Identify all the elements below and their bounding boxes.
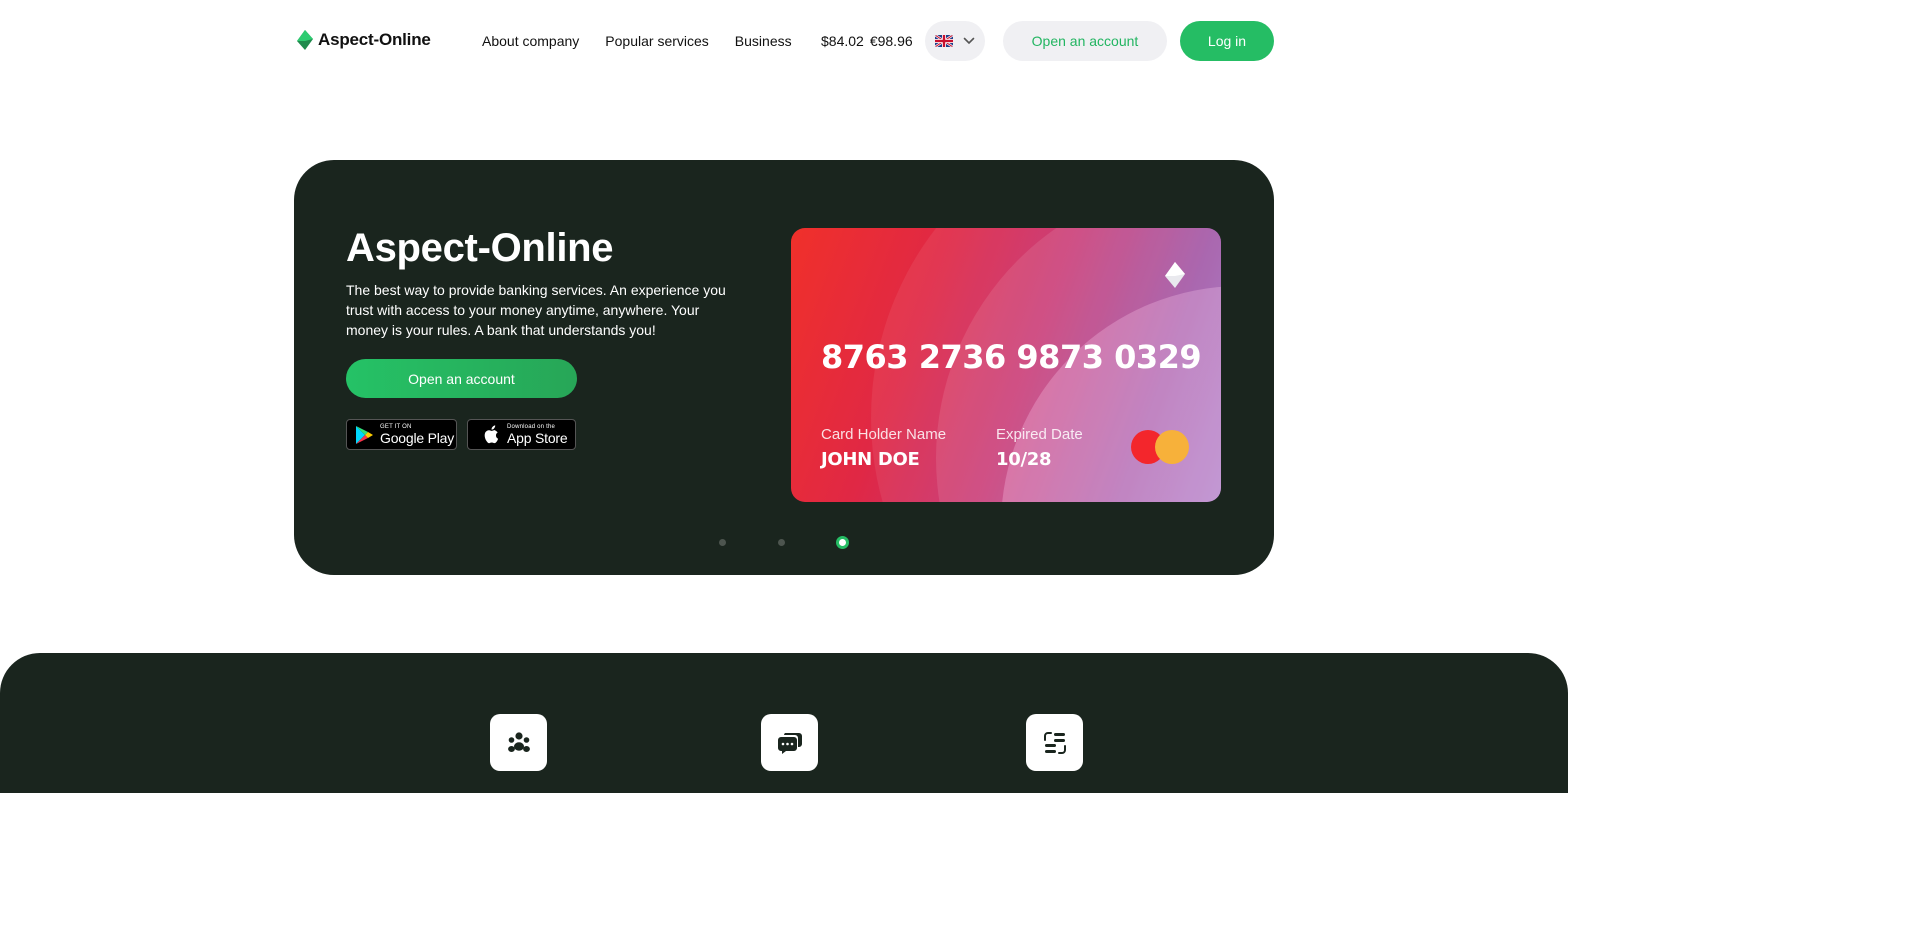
site-header: Aspect-Online About company Popular serv… [0, 0, 1568, 82]
people-feature-tile [490, 714, 547, 771]
apple-icon [484, 424, 499, 443]
nav-about-company[interactable]: About company [482, 33, 579, 49]
nav-business[interactable]: Business [735, 33, 792, 49]
carousel-dot-1[interactable] [719, 539, 726, 546]
card-expiry-label: Expired Date [996, 426, 1083, 443]
chevron-down-icon [963, 37, 975, 45]
usd-rate: $84.02 [821, 33, 864, 49]
google-play-button[interactable]: GET IT ON Google Play [346, 419, 457, 450]
card-expiry-value: 10/28 [996, 449, 1052, 470]
transfer-feature-tile [1026, 714, 1083, 771]
open-account-header-button[interactable]: Open an account [1003, 21, 1167, 61]
card-holder-value: JOHN DOE [821, 449, 920, 470]
mastercard-icon [1131, 430, 1189, 464]
logo-icon [297, 30, 313, 50]
hero-description: The best way to provide banking services… [346, 282, 726, 338]
uk-flag-icon [935, 35, 953, 47]
logo[interactable]: Aspect-Online [296, 29, 431, 51]
carousel-dot-2[interactable] [778, 539, 785, 546]
eur-rate: €98.96 [869, 33, 913, 49]
carousel-pagination [714, 536, 854, 550]
card-number: 8763 2736 9873 0329 [821, 338, 1202, 376]
card-logo-icon [1165, 262, 1185, 288]
app-store-button[interactable]: Download on the App Store [467, 419, 576, 450]
credit-card-image: 8763 2736 9873 0329 Card Holder Name JOH… [791, 228, 1221, 502]
currency-rates: $84.02 €98.96 [821, 33, 913, 49]
google-play-icon [356, 425, 373, 444]
login-button[interactable]: Log in [1180, 21, 1274, 61]
card-holder-label: Card Holder Name [821, 426, 947, 443]
hero-banner: Aspect-Online The best way to provide ba… [294, 160, 1274, 575]
chat-icon [777, 732, 802, 754]
nav-popular-services[interactable]: Popular services [605, 33, 709, 49]
google-play-text: Google Play [380, 430, 455, 446]
transfer-icon [1043, 731, 1066, 754]
logo-text: Aspect-Online [318, 30, 431, 49]
language-selector[interactable] [925, 21, 985, 61]
chat-feature-tile [761, 714, 818, 771]
main-nav: About company Popular services Business [482, 33, 792, 49]
app-store-text: App Store [507, 430, 568, 446]
features-section [0, 653, 1568, 793]
hero-title: Aspect-Online [346, 226, 614, 270]
people-icon [507, 731, 530, 752]
open-account-hero-button[interactable]: Open an account [346, 359, 577, 398]
carousel-dot-3[interactable] [836, 536, 849, 549]
